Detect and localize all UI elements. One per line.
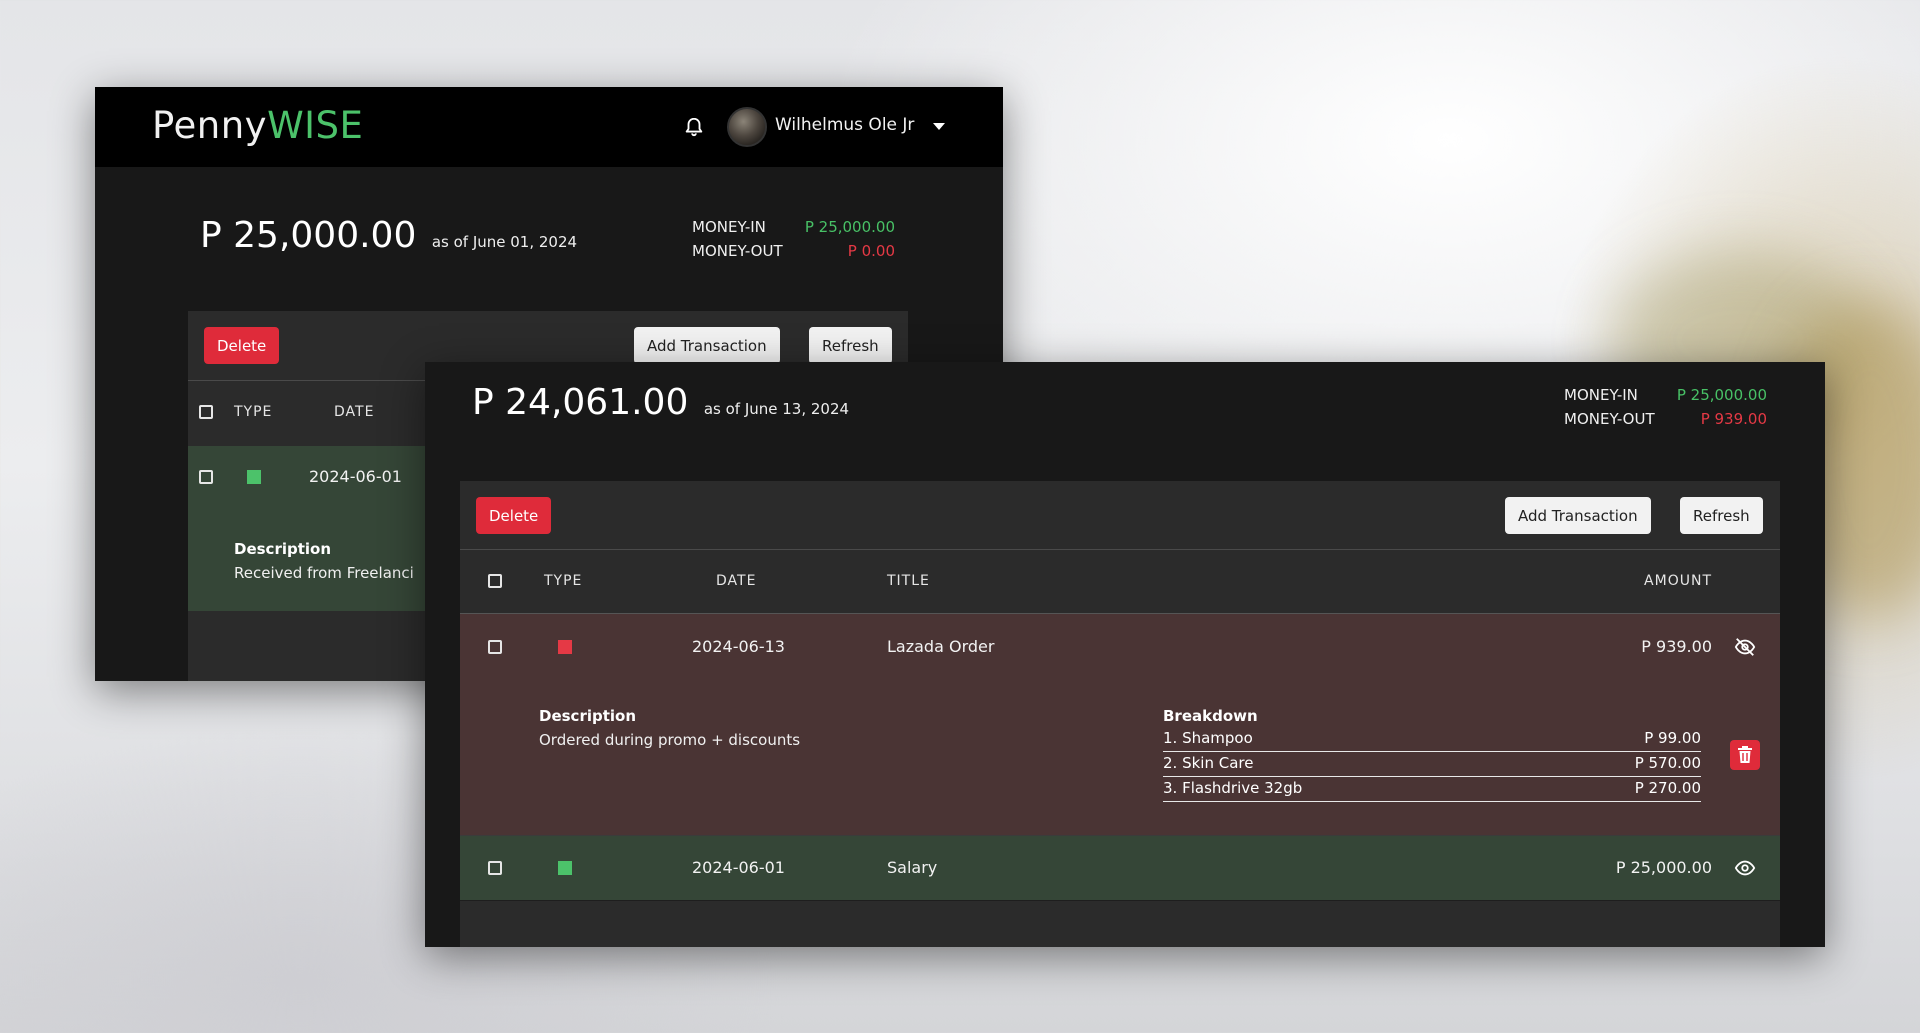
breakdown-item-name: 1. Shampoo [1163, 729, 1253, 747]
row-divider [460, 900, 1780, 901]
transactions-panel: Delete Add Transaction Refresh TYPE DATE… [460, 481, 1780, 947]
eye-off-icon[interactable] [1734, 636, 1756, 658]
column-amount: AMOUNT [1644, 573, 1712, 589]
column-date: DATE [716, 573, 757, 589]
money-in-value: P 25,000.00 [804, 218, 895, 236]
add-transaction-button[interactable]: Add Transaction [634, 327, 780, 364]
breakdown-item: 1. Shampoo P 99.00 [1163, 727, 1701, 752]
brand-logo[interactable]: PennyWISE [152, 104, 363, 147]
row-date: 2024-06-01 [692, 858, 785, 877]
eye-icon[interactable] [1734, 857, 1756, 879]
money-in-label: MONEY-IN [692, 218, 766, 236]
breakdown-item-amount: P 270.00 [1634, 779, 1701, 797]
column-type: TYPE [234, 404, 273, 420]
balance-as-of: as of June 01, 2024 [431, 233, 578, 251]
refresh-button[interactable]: Refresh [809, 327, 892, 364]
breakdown-item-amount: P 570.00 [1634, 754, 1701, 772]
money-in-label: MONEY-IN [1564, 386, 1638, 404]
bell-icon[interactable] [683, 115, 705, 139]
description-text: Received from Freelanci [234, 564, 414, 582]
row-title: Lazada Order [887, 637, 995, 656]
column-date: DATE [334, 404, 375, 420]
description-text: Ordered during promo + discounts [539, 731, 801, 749]
brand-part-penny: Penny [152, 104, 268, 147]
balance-summary: P 24,061.00 as of June 13, 2024 [472, 382, 849, 423]
chevron-down-icon[interactable] [933, 123, 945, 130]
brand-part-wise: WISE [267, 104, 364, 147]
money-in-value: P 25,000.00 [1676, 386, 1767, 404]
select-all-checkbox[interactable] [199, 405, 213, 419]
table-row[interactable]: 2024-06-13 Lazada Order P 939.00 Descrip… [460, 614, 1780, 835]
balance-amount: P 24,061.00 [472, 382, 689, 423]
breakdown-heading: Breakdown [1163, 707, 1258, 725]
balance-as-of: as of June 13, 2024 [703, 400, 850, 418]
delete-row-button[interactable] [1730, 740, 1760, 770]
breakdown-item-name: 2. Skin Care [1163, 754, 1254, 772]
row-title: Salary [887, 858, 938, 877]
balance-amount: P 25,000.00 [200, 215, 417, 256]
type-indicator-money-in [558, 861, 572, 875]
row-checkbox[interactable] [488, 640, 502, 654]
breakdown-item: 3. Flashdrive 32gb P 270.00 [1163, 777, 1701, 802]
breakdown-item: 2. Skin Care P 570.00 [1163, 752, 1701, 777]
select-all-checkbox[interactable] [488, 574, 502, 588]
money-out-label: MONEY-OUT [692, 242, 783, 260]
balance-summary: P 25,000.00 as of June 01, 2024 [200, 215, 577, 256]
row-date: 2024-06-01 [309, 467, 402, 486]
row-checkbox[interactable] [488, 861, 502, 875]
money-out-value: P 0.00 [847, 242, 895, 260]
money-out-value: P 939.00 [1700, 410, 1767, 428]
row-checkbox[interactable] [199, 470, 213, 484]
breakdown-item-name: 3. Flashdrive 32gb [1163, 779, 1303, 797]
row-amount: P 939.00 [1641, 637, 1712, 656]
delete-button[interactable]: Delete [476, 497, 552, 534]
add-transaction-button[interactable]: Add Transaction [1505, 497, 1651, 534]
header-divider [460, 549, 1780, 550]
breakdown-item-amount: P 99.00 [1644, 729, 1701, 747]
delete-button[interactable]: Delete [204, 327, 280, 364]
front-window: P 24,061.00 as of June 13, 2024 MONEY-IN… [425, 362, 1825, 947]
trash-icon [1738, 746, 1752, 763]
breakdown-list: 1. Shampoo P 99.00 2. Skin Care P 570.00… [1163, 727, 1701, 803]
description-heading: Description [539, 707, 637, 725]
column-type: TYPE [544, 573, 583, 589]
row-amount: P 25,000.00 [1615, 858, 1712, 877]
row-date: 2024-06-13 [692, 637, 785, 656]
description-heading: Description [234, 540, 332, 558]
table-row[interactable]: 2024-06-01 Salary P 25,000.00 [460, 836, 1780, 900]
avatar[interactable] [727, 107, 767, 147]
user-name[interactable]: Wilhelmus Ole Jr [775, 115, 914, 135]
type-indicator-money-in [247, 470, 261, 484]
navbar: PennyWISE Wilhelmus Ole Jr [95, 87, 1003, 167]
type-indicator-money-out [558, 640, 572, 654]
column-title: TITLE [887, 573, 930, 589]
refresh-button[interactable]: Refresh [1680, 497, 1763, 534]
